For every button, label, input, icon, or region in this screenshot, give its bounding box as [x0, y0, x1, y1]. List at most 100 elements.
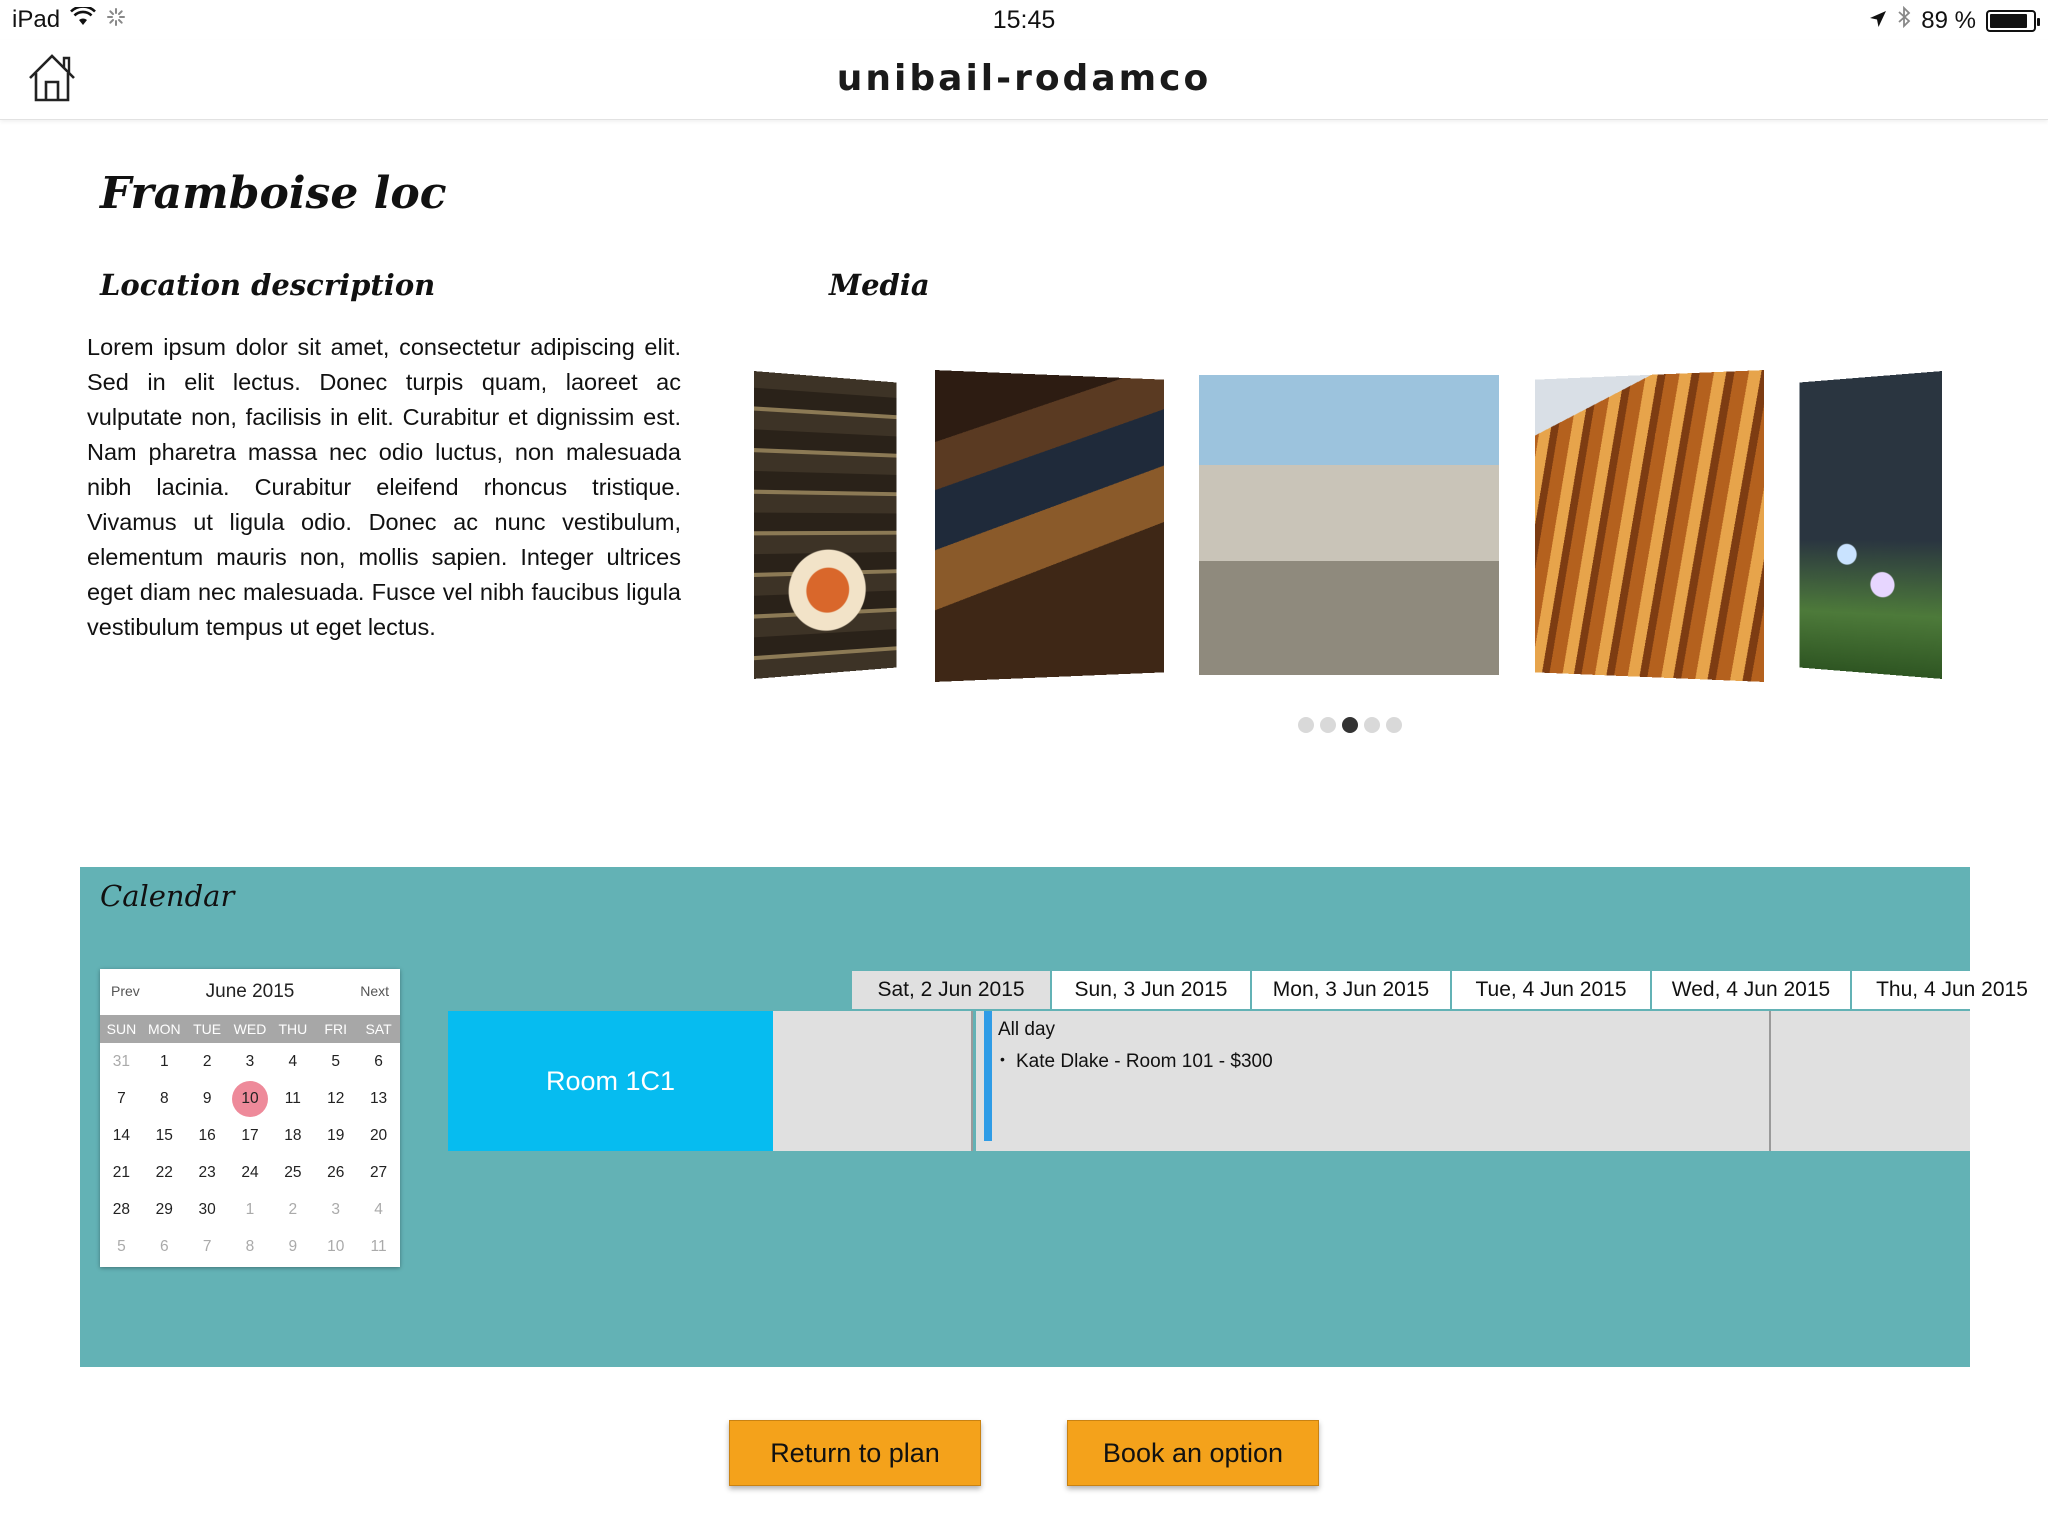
- calendar-day[interactable]: 15: [143, 1117, 186, 1154]
- day-header: Thu, 4 Jun 2015: [1852, 971, 2048, 1009]
- day-cell[interactable]: [1769, 1011, 1970, 1151]
- nav-bar: unibail-rodamco: [0, 40, 2048, 120]
- calendar-day[interactable]: 10: [314, 1228, 357, 1265]
- carousel-dot[interactable]: [1320, 717, 1336, 733]
- carousel-pagination[interactable]: [1298, 717, 1402, 733]
- calendar-day[interactable]: 26: [314, 1154, 357, 1191]
- page-title: Framboise loc: [100, 168, 447, 219]
- calendar-day[interactable]: 4: [357, 1191, 400, 1228]
- month-label: June 2015: [205, 981, 295, 1002]
- calendar-day[interactable]: 20: [357, 1117, 400, 1154]
- weekday-label: MON: [147, 1021, 181, 1037]
- calendar-day[interactable]: 11: [357, 1228, 400, 1265]
- calendar-day[interactable]: 4: [271, 1043, 314, 1080]
- calendar-day[interactable]: 11: [271, 1080, 314, 1117]
- calendar-day[interactable]: 9: [186, 1080, 229, 1117]
- weekday-label: FRI: [324, 1021, 347, 1037]
- calendar-day[interactable]: 2: [186, 1043, 229, 1080]
- calendar-day[interactable]: 1: [229, 1191, 272, 1228]
- calendar-day[interactable]: 31: [100, 1043, 143, 1080]
- weekday-label: WED: [233, 1021, 267, 1037]
- calendar-day[interactable]: 3: [314, 1191, 357, 1228]
- calendar-day[interactable]: 17: [229, 1117, 272, 1154]
- calendar-day[interactable]: 30: [186, 1191, 229, 1228]
- calendar-day[interactable]: 28: [100, 1191, 143, 1228]
- calendar-day[interactable]: 6: [143, 1228, 186, 1265]
- mini-calendar-header: Prev June 2015 Next: [100, 969, 400, 1015]
- schedule-view: Sat, 2 Jun 2015 Sun, 3 Jun 2015 Mon, 3 J…: [448, 971, 2048, 1154]
- calendar-day[interactable]: 5: [100, 1228, 143, 1265]
- media-slide-active[interactable]: [1199, 375, 1499, 675]
- media-slide[interactable]: [1535, 370, 1765, 682]
- return-to-plan-button[interactable]: Return to plan: [729, 1420, 981, 1486]
- book-option-button[interactable]: Book an option: [1067, 1420, 1319, 1486]
- calendar-day[interactable]: 7: [186, 1228, 229, 1265]
- event-bar: [984, 1011, 992, 1141]
- weekday-label: THU: [278, 1021, 308, 1037]
- calendar-day[interactable]: 29: [143, 1191, 186, 1228]
- calendar-day[interactable]: 21: [100, 1154, 143, 1191]
- day-header: Tue, 4 Jun 2015: [1452, 971, 1652, 1009]
- calendar-day[interactable]: 2: [271, 1191, 314, 1228]
- day-grid: 31 1 2 3 4 5 6 7 8 9 10 11 12 13 14 15 16 17 18 19 20 21 22 23 2…: [100, 1043, 400, 1265]
- carousel-dot[interactable]: [1386, 717, 1402, 733]
- calendar-day[interactable]: 6: [357, 1043, 400, 1080]
- calendar-day[interactable]: 25: [271, 1154, 314, 1191]
- brand-title: unibail-rodamco: [836, 58, 1212, 99]
- calendar-day[interactable]: 23: [186, 1154, 229, 1191]
- room-label[interactable]: Room 1C1: [448, 1011, 773, 1151]
- media-carousel[interactable]: [745, 365, 1955, 685]
- bluetooth-icon: [1897, 5, 1911, 35]
- weekday-header: SUN MON TUE WED THU FRI SAT: [100, 1015, 400, 1043]
- carousel-dot[interactable]: [1364, 717, 1380, 733]
- calendar-day[interactable]: 12: [314, 1080, 357, 1117]
- day-header: Mon, 3 Jun 2015: [1252, 971, 1452, 1009]
- calendar-day[interactable]: 24: [229, 1154, 272, 1191]
- calendar-day[interactable]: 8: [229, 1228, 272, 1265]
- media-slide[interactable]: [1799, 371, 1943, 679]
- mini-calendar: Prev June 2015 Next SUN MON TUE WED THU FRI SA…: [100, 969, 400, 1267]
- mall-photo: [1199, 375, 1499, 675]
- mall-photo: [934, 370, 1164, 682]
- battery-icon: [1986, 9, 2040, 32]
- calendar-day[interactable]: 22: [143, 1154, 186, 1191]
- calendar-day[interactable]: 9: [271, 1228, 314, 1265]
- event-block[interactable]: All day Kate Dlake - Room 101 - $300: [976, 1011, 1769, 1151]
- calendar-day[interactable]: 1: [143, 1043, 186, 1080]
- location-description: Lorem ipsum dolor sit amet, consectetur …: [87, 334, 681, 640]
- media-heading: Media: [829, 268, 930, 302]
- day-header: Sat, 2 Jun 2015: [852, 971, 1052, 1009]
- status-bar: iPad 15:45 89 %: [0, 0, 2048, 40]
- weekday-label: SUN: [106, 1021, 137, 1037]
- weekday-label: SAT: [365, 1021, 392, 1037]
- calendar-day[interactable]: 13: [357, 1080, 400, 1117]
- mall-photo: [753, 371, 897, 679]
- calendar-day[interactable]: 7: [100, 1080, 143, 1117]
- calendar-day[interactable]: 3: [229, 1043, 272, 1080]
- mall-photo: [1799, 371, 1943, 679]
- carousel-dot[interactable]: [1298, 717, 1314, 733]
- calendar-day[interactable]: 14: [100, 1117, 143, 1154]
- event-item[interactable]: Kate Dlake - Room 101 - $300: [1000, 1051, 1273, 1073]
- calendar-day[interactable]: 18: [271, 1117, 314, 1154]
- next-month-button[interactable]: Next: [360, 983, 389, 999]
- calendar-day[interactable]: 27: [357, 1154, 400, 1191]
- media-slide[interactable]: [934, 370, 1164, 682]
- mall-photo: [1535, 370, 1765, 682]
- calendar-day[interactable]: 5: [314, 1043, 357, 1080]
- calendar-panel: Calendar Prev June 2015 Next SUN MON TUE WE…: [80, 867, 2048, 1367]
- status-time: 15:45: [992, 6, 1056, 34]
- location-arrow-icon: [1869, 7, 1887, 35]
- description-heading: Location description: [100, 268, 436, 302]
- carousel-dot[interactable]: [1342, 717, 1358, 733]
- media-slide[interactable]: [753, 371, 897, 679]
- calendar-day[interactable]: 10: [229, 1080, 272, 1117]
- calendar-heading: Calendar: [100, 879, 235, 913]
- battery-percent: 89 %: [1921, 6, 1976, 34]
- calendar-day[interactable]: 8: [143, 1080, 186, 1117]
- day-cell[interactable]: [773, 1011, 973, 1151]
- weekday-label: TUE: [193, 1021, 222, 1037]
- all-day-label: All day: [998, 1019, 1056, 1040]
- calendar-day[interactable]: 16: [186, 1117, 229, 1154]
- calendar-day[interactable]: 19: [314, 1117, 357, 1154]
